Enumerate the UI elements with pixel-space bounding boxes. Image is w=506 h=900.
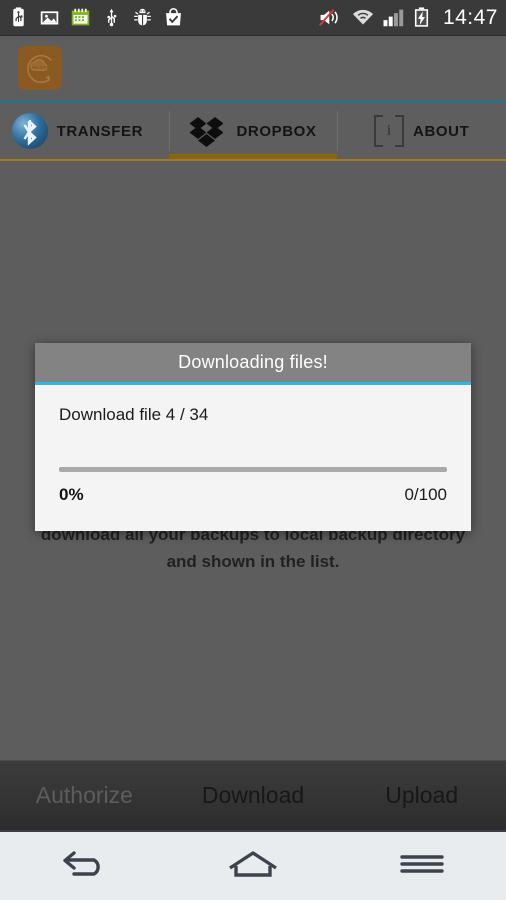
tab-dropbox-underline <box>168 154 338 159</box>
progress-count-label: 0/100 <box>404 485 447 504</box>
status-bar: 14:47 <box>0 0 506 36</box>
tab-dropbox[interactable]: DROPBOX <box>168 103 338 159</box>
nav-menu-button[interactable] <box>337 848 506 885</box>
status-bar-clock: 14:47 <box>442 5 498 29</box>
usb-debug-bug-icon <box>132 7 153 28</box>
tab-about-label: ABOUT <box>413 122 470 140</box>
tab-about-underline <box>337 154 506 159</box>
backup-cloud-app-icon[interactable]: BACKUP <box>18 46 62 90</box>
usb-icon <box>101 7 122 28</box>
action-bar: Authorize Download Upload <box>0 760 506 830</box>
gallery-image-icon <box>39 7 60 28</box>
tab-transfer[interactable]: TRANSFER <box>0 103 169 159</box>
volume-muted-icon <box>318 7 344 28</box>
dialog-message: Download file 4 / 34 <box>59 405 209 424</box>
svg-text:BACKUP: BACKUP <box>32 65 48 69</box>
app-header: BACKUP <box>0 36 506 100</box>
dialog-body: Download file 4 / 34 0% 0/100 <box>35 385 471 531</box>
progress-percent-label: 0% <box>59 485 84 504</box>
back-icon <box>54 844 114 889</box>
nav-back-button[interactable] <box>0 844 169 889</box>
dialog-header: Downloading files! <box>35 343 471 382</box>
tab-transfer-label: TRANSFER <box>56 122 144 140</box>
tab-transfer-underline <box>0 154 169 159</box>
download-progress-bar <box>59 467 447 472</box>
play-store-bag-check-icon <box>163 7 184 28</box>
status-bar-right-icons: 14:47 <box>318 6 498 30</box>
cellular-signal-icon <box>382 7 406 28</box>
downloading-files-dialog: Downloading files! Download file 4 / 34 … <box>35 343 471 531</box>
download-button[interactable]: Download <box>169 782 338 809</box>
nav-home-button[interactable] <box>169 844 338 889</box>
tab-bar: TRANSFER DROPBOX i ABOUT <box>0 103 506 159</box>
progress-labels-row: 0% 0/100 <box>59 485 447 505</box>
system-navigation-bar <box>0 830 506 900</box>
dialog-title: Downloading files! <box>178 352 328 372</box>
menu-icon <box>396 848 448 885</box>
battery-charging-icon <box>413 7 430 28</box>
home-icon <box>222 844 284 889</box>
authorize-button[interactable]: Authorize <box>0 782 169 809</box>
upload-button[interactable]: Upload <box>337 782 506 809</box>
wifi-icon <box>351 7 375 28</box>
info-icon: i <box>374 115 405 147</box>
status-bar-left-icons <box>8 7 318 28</box>
usb-battery-icon <box>8 7 29 28</box>
tab-dropbox-label: DROPBOX <box>236 122 317 140</box>
dropbox-icon <box>189 115 227 147</box>
calendar-icon <box>70 7 91 28</box>
tab-about[interactable]: i ABOUT <box>337 103 506 159</box>
bluetooth-icon <box>11 113 48 149</box>
